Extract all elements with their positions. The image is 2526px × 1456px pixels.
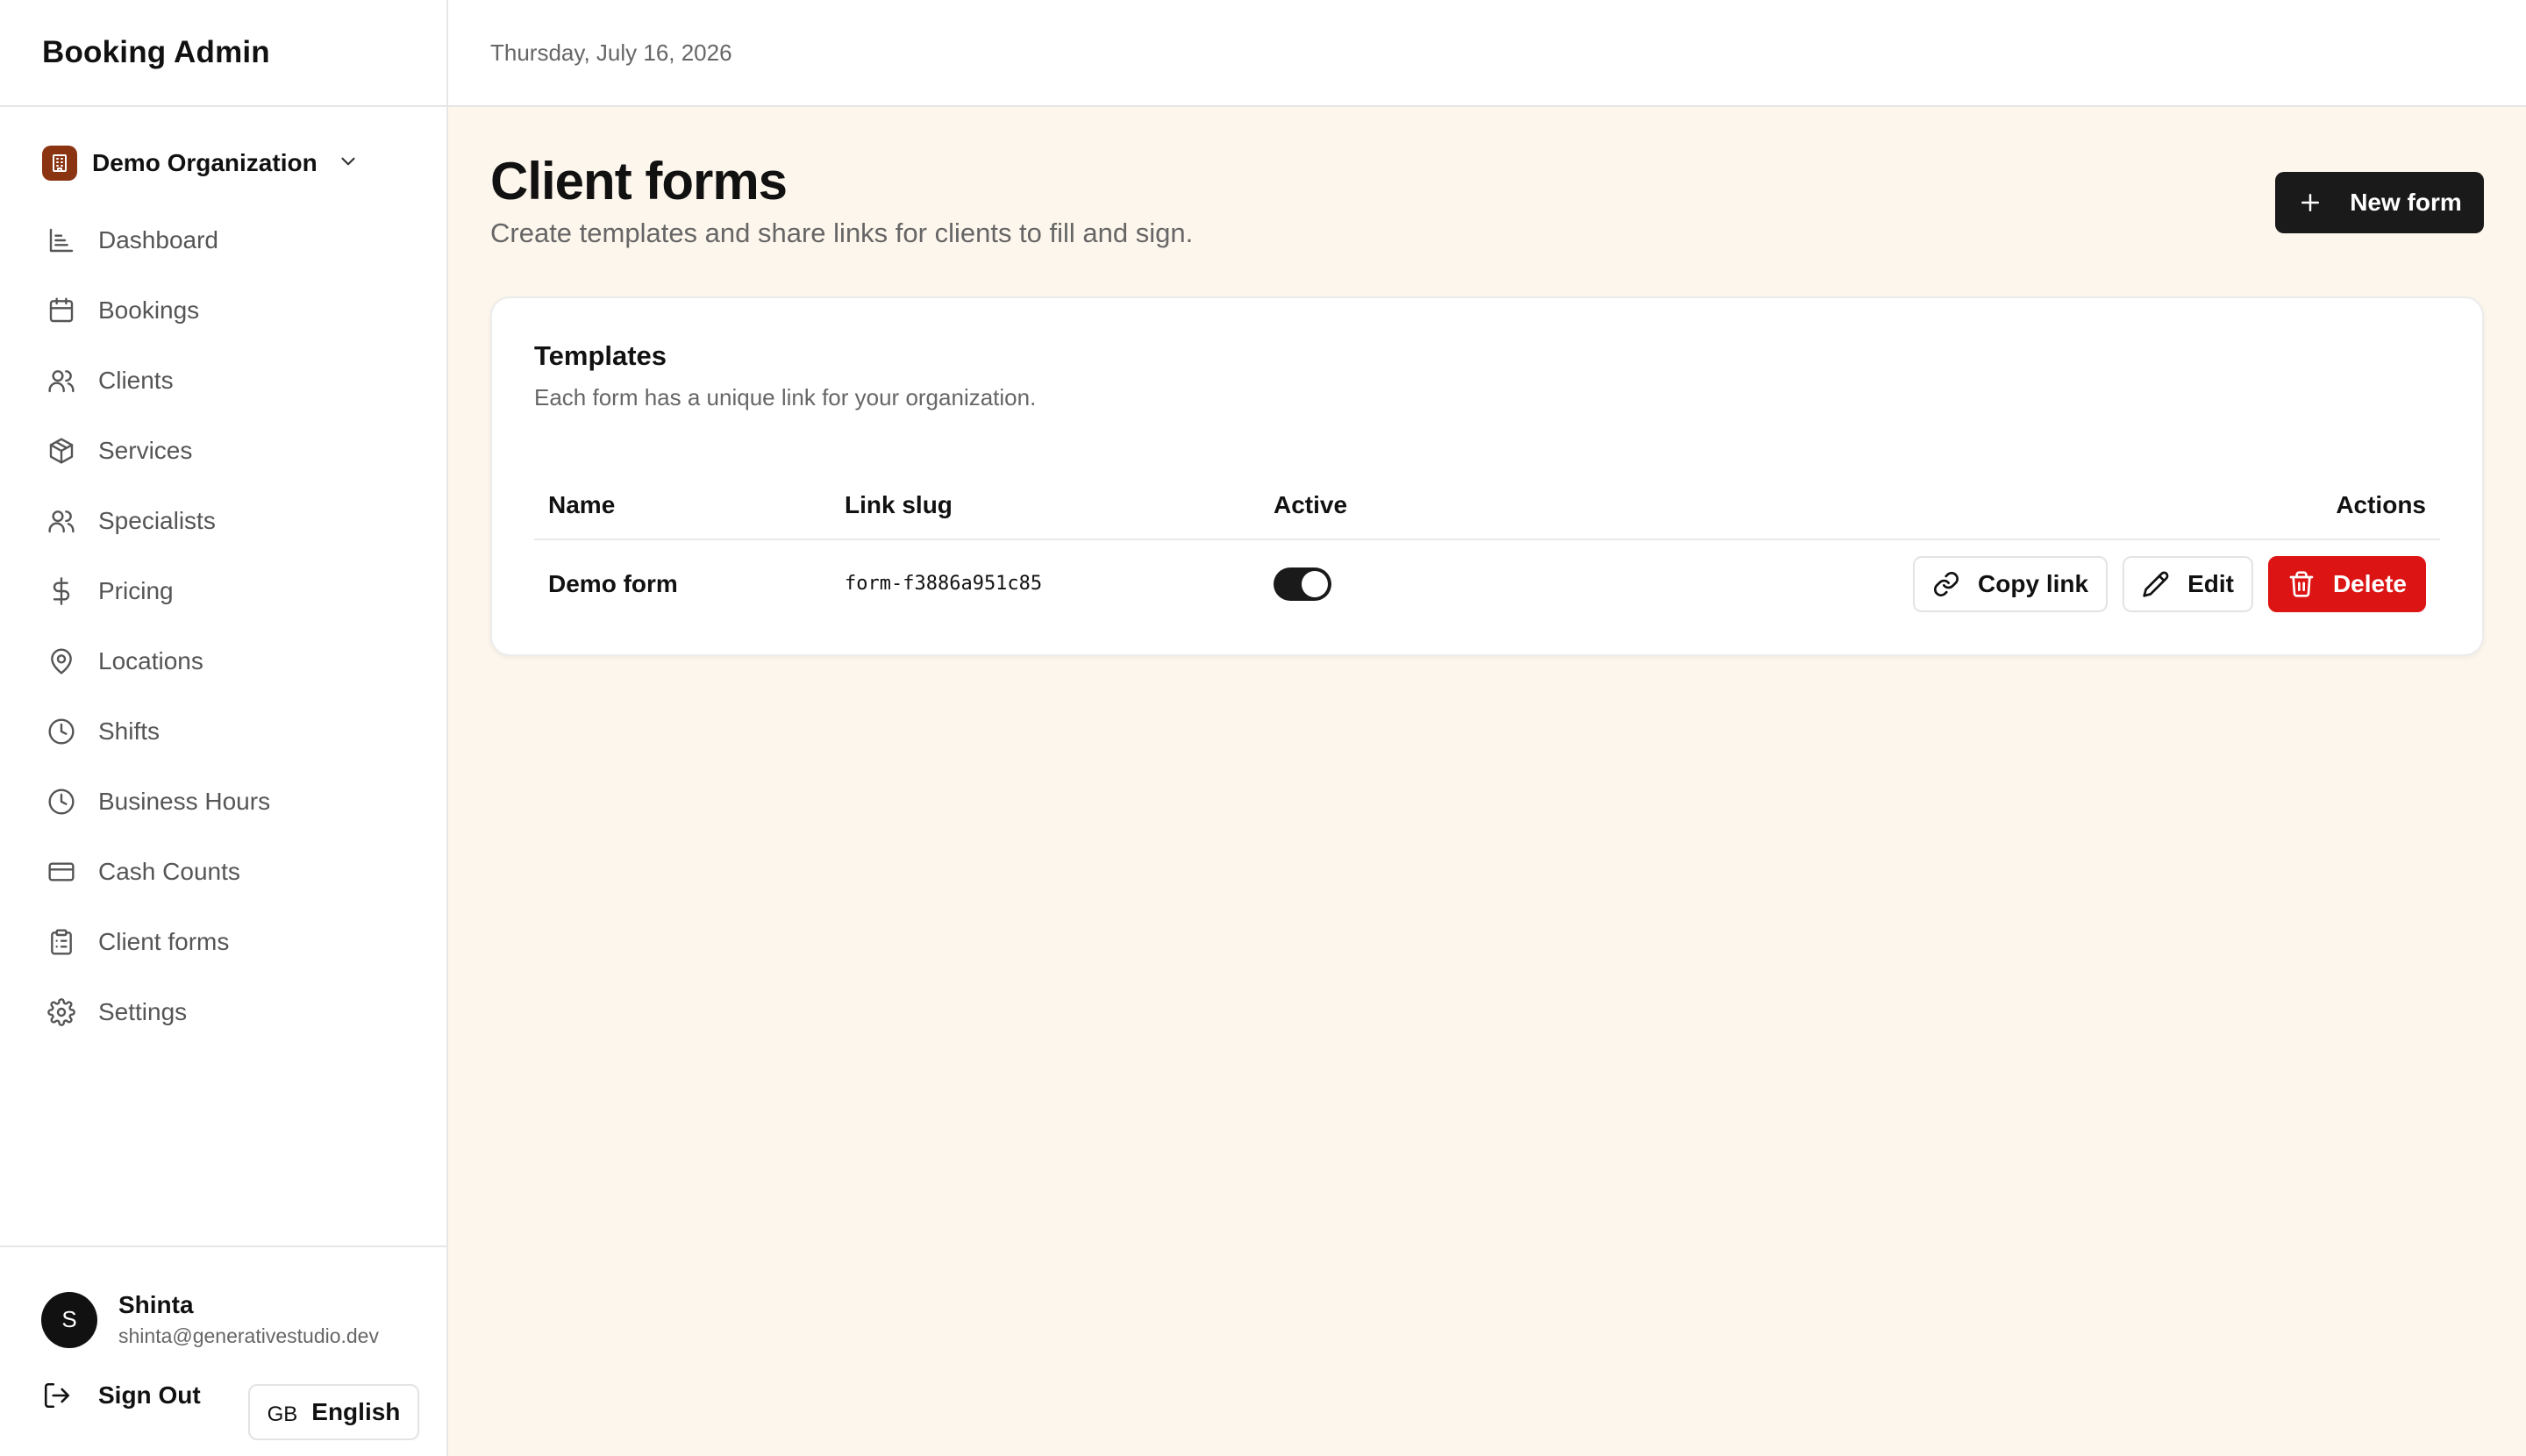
- sidebar-item-label: Client forms: [98, 928, 230, 955]
- toggle-knob: [1302, 571, 1328, 597]
- user-info: S Shinta shinta@generativestudio.dev: [41, 1291, 379, 1348]
- sidebar-item-label: Clients: [98, 367, 174, 394]
- pencil-icon: [2143, 571, 2169, 597]
- box-icon: [49, 438, 74, 464]
- edit-label: Edit: [2187, 570, 2234, 597]
- clock-icon: [48, 789, 75, 815]
- dollar-icon: [53, 577, 70, 605]
- sidebar-item-business-hours[interactable]: Business Hours: [0, 767, 446, 837]
- current-date: Thursday, July 16, 2026: [490, 39, 732, 66]
- gear-icon: [47, 998, 75, 1026]
- column-header-slug: Link slug: [845, 491, 953, 518]
- sidebar-item-label: Services: [98, 437, 193, 464]
- sidebar-item-dashboard[interactable]: Dashboard: [0, 205, 446, 275]
- sidebar-item-label: Shifts: [98, 717, 161, 745]
- new-form-label: New form: [2350, 189, 2462, 216]
- language-switcher[interactable]: GB English: [248, 1384, 419, 1440]
- row-actions: Copy link Edit Delete: [1913, 556, 2426, 612]
- avatar: S: [41, 1291, 97, 1348]
- sidebar-item-label: Settings: [98, 998, 188, 1025]
- sidebar-item-clients[interactable]: Clients: [0, 346, 446, 416]
- sidebar-item-label: Bookings: [98, 296, 200, 324]
- page-title: Client forms: [490, 152, 788, 211]
- users-icon: [48, 370, 75, 393]
- sidebar-item-label: Pricing: [98, 577, 174, 604]
- templates-card: Templates Each form has a unique link fo…: [490, 296, 2484, 656]
- active-toggle[interactable]: [1274, 567, 1331, 601]
- table-header: Name Link slug Active Actions: [534, 470, 2440, 540]
- sidebar-item-label: Business Hours: [98, 788, 271, 815]
- organization-name: Demo Organization: [92, 149, 318, 176]
- sidebar-item-cash-counts[interactable]: Cash Counts: [0, 837, 446, 907]
- user-details: Shinta shinta@generativestudio.dev: [118, 1291, 379, 1348]
- user-name: Shinta: [118, 1291, 194, 1318]
- sidebar-item-label: Cash Counts: [98, 858, 240, 885]
- credit-card-icon: [48, 862, 75, 881]
- sidebar-item-locations[interactable]: Locations: [0, 626, 446, 696]
- column-header-name: Name: [548, 491, 616, 518]
- app-root: Booking Admin Demo Organization Dashboar…: [0, 0, 2526, 1456]
- user-panel: S Shinta shinta@generativestudio.dev Sig…: [0, 1245, 446, 1456]
- templates-description: Each form has a unique link for your org…: [534, 384, 1037, 410]
- sidebar-nav: Dashboard Bookings Clients Services Spec…: [0, 205, 446, 1047]
- sidebar-item-shifts[interactable]: Shifts: [0, 696, 446, 767]
- column-header-actions: Actions: [2336, 491, 2426, 518]
- delete-button[interactable]: Delete: [2267, 556, 2426, 612]
- page-subtitle: Create templates and share links for cli…: [490, 218, 1194, 248]
- sidebar-item-services[interactable]: Services: [0, 416, 446, 486]
- copy-link-label: Copy link: [1978, 570, 2089, 597]
- new-form-button[interactable]: New form: [2275, 172, 2484, 233]
- column-header-active: Active: [1274, 491, 1348, 518]
- sidebar-item-settings[interactable]: Settings: [0, 977, 446, 1047]
- building-icon: [42, 146, 77, 181]
- sidebar-item-specialists[interactable]: Specialists: [0, 486, 446, 556]
- sidebar-item-bookings[interactable]: Bookings: [0, 275, 446, 346]
- top-bar: Thursday, July 16, 2026: [448, 0, 2526, 107]
- chevron-down-icon: [337, 150, 360, 177]
- sidebar-item-label: Specialists: [98, 507, 216, 534]
- trash-icon: [2289, 571, 2314, 597]
- logout-icon: [44, 1382, 70, 1409]
- clipboard-icon: [51, 929, 72, 955]
- chart-icon: [49, 228, 74, 253]
- sidebar-item-client-forms[interactable]: Client forms: [0, 907, 446, 977]
- app-title: Booking Admin: [0, 0, 446, 107]
- templates-title: Templates: [534, 340, 667, 371]
- form-name: Demo form: [548, 570, 678, 597]
- user-email: shinta@generativestudio.dev: [118, 1324, 379, 1347]
- sidebar: Booking Admin Demo Organization Dashboar…: [0, 0, 448, 1456]
- main-content: Thursday, July 16, 2026 Client forms Cre…: [448, 0, 2526, 1456]
- delete-label: Delete: [2332, 570, 2407, 597]
- flag-icon: GB: [267, 1402, 298, 1426]
- plus-icon: [2301, 194, 2320, 211]
- sign-out-button[interactable]: Sign Out: [42, 1381, 201, 1410]
- calendar-icon: [49, 297, 74, 323]
- users-icon: [48, 510, 75, 533]
- language-label: English: [311, 1398, 401, 1425]
- table-row: Demo form form-f3886a951c85 Copy link Ed…: [534, 542, 2440, 626]
- sidebar-item-label: Locations: [98, 647, 203, 674]
- link-icon: [1934, 572, 1959, 596]
- sidebar-item-pricing[interactable]: Pricing: [0, 556, 446, 626]
- organization-switcher[interactable]: Demo Organization: [0, 130, 446, 196]
- clock-icon: [48, 718, 75, 745]
- edit-button[interactable]: Edit: [2123, 556, 2253, 612]
- copy-link-button[interactable]: Copy link: [1913, 556, 2109, 612]
- sign-out-label: Sign Out: [98, 1381, 201, 1409]
- form-slug: form-f3886a951c85: [845, 573, 1043, 595]
- map-pin-icon: [51, 648, 72, 674]
- sidebar-item-label: Dashboard: [98, 226, 218, 253]
